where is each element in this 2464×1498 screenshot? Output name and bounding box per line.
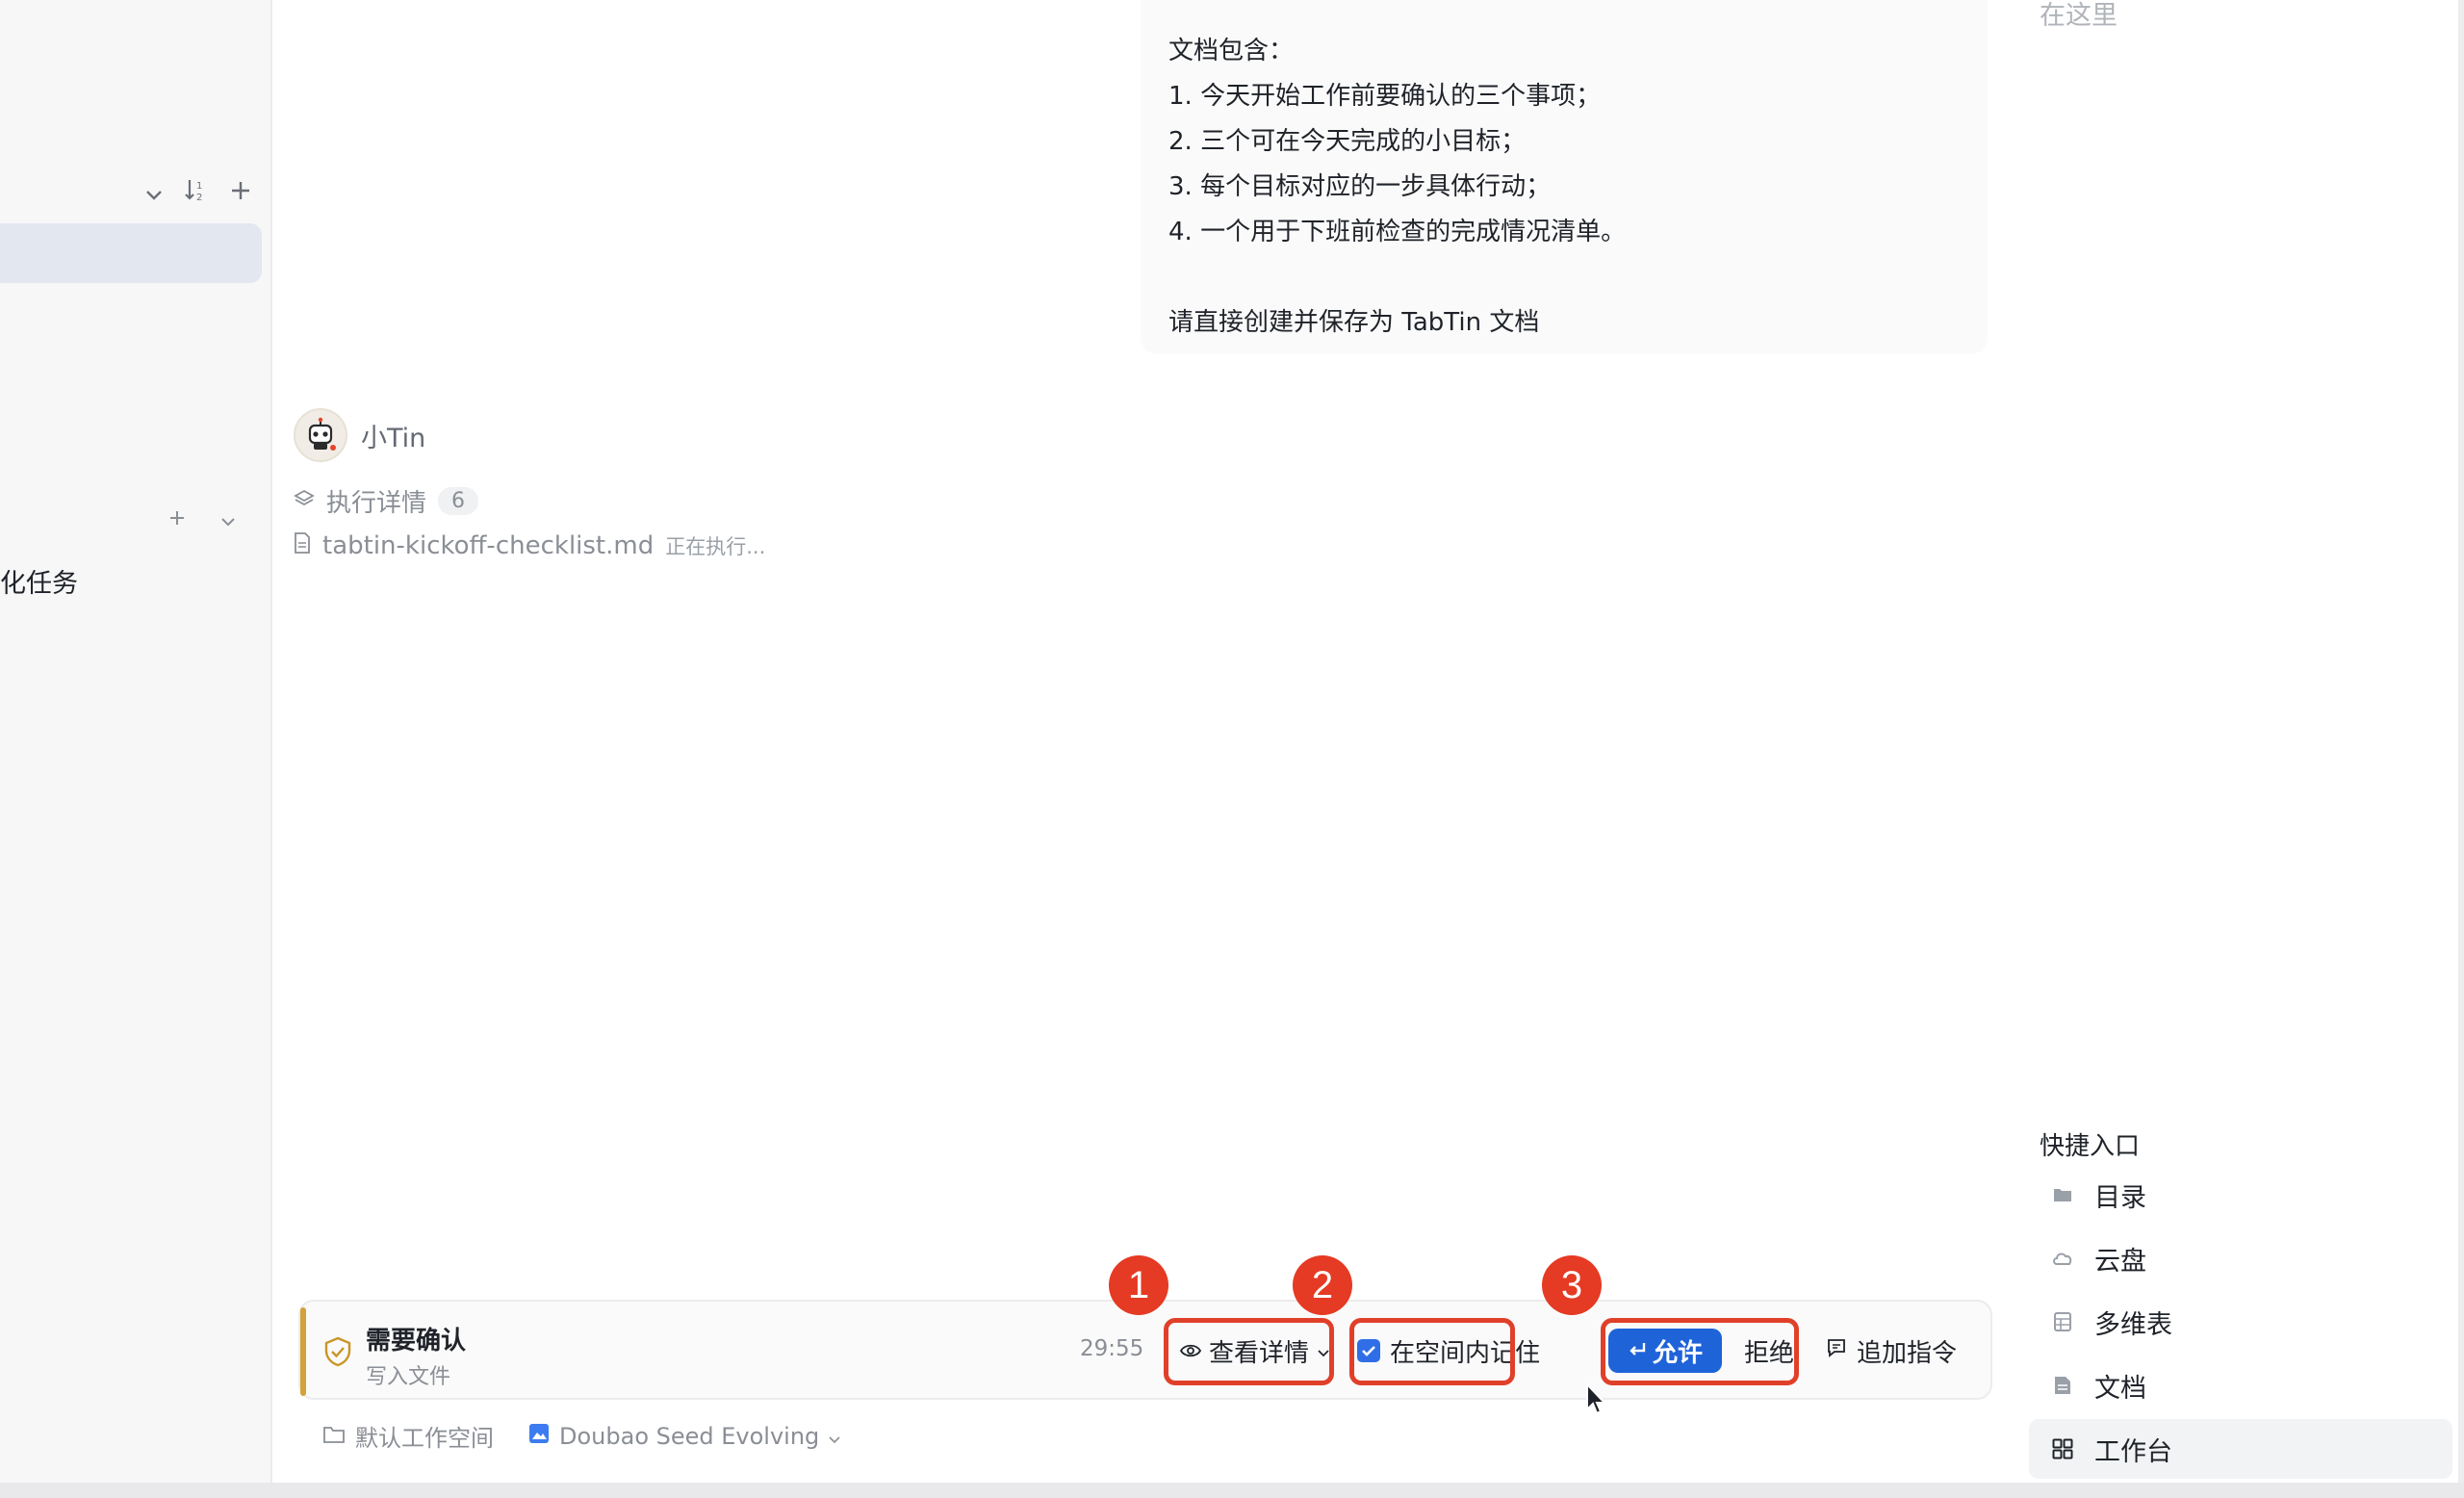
folder-icon — [2052, 1184, 2073, 1205]
message-line: 1. 今天开始工作前要确认的三个事项； — [1168, 82, 1602, 111]
layers-icon — [294, 487, 315, 516]
add-icon[interactable] — [230, 179, 251, 208]
table-icon — [2052, 1311, 2073, 1332]
message-line: 3. 每个目标对应的一步具体行动； — [1168, 172, 1552, 201]
allow-label: 允许 — [1652, 1338, 1703, 1368]
message-line: 请直接创建并保存为 TabTin 文档 — [1168, 308, 1540, 337]
confirmation-bar: 需要确认 写入文件 29:55 查看详情 在空间内记住 允许 拒绝 追加指令 — [298, 1300, 1992, 1400]
chevron-down-icon — [829, 1423, 840, 1450]
cloud-icon — [2052, 1248, 2073, 1269]
warning-accent — [300, 1307, 306, 1396]
append-label: 追加指令 — [1857, 1338, 1958, 1368]
doc-icon — [2052, 1375, 2073, 1396]
shield-check-icon — [323, 1336, 352, 1367]
sidebar-item-selected[interactable] — [0, 223, 262, 283]
add-icon[interactable] — [168, 504, 186, 533]
annotation-marker-2: 2 — [1293, 1255, 1352, 1315]
exec-details-label: 执行详情 — [326, 489, 427, 518]
enter-key-icon — [1628, 1336, 1647, 1365]
chevron-down-icon[interactable] — [145, 179, 163, 208]
annotation-marker-3: 3 — [1542, 1255, 1602, 1315]
window-bottom-edge — [0, 1483, 2464, 1498]
quick-access-title: 快捷入口 — [2040, 1132, 2141, 1161]
bot-header: 小Tin — [294, 408, 425, 462]
eye-icon — [1179, 1336, 1202, 1365]
workspace-label: 默认工作空间 — [355, 1425, 494, 1452]
quick-access-item-workbench[interactable]: 工作台 — [2029, 1419, 2452, 1479]
comment-icon — [1826, 1336, 1847, 1365]
message-line: 2. 三个可在今天完成的小目标； — [1168, 127, 1527, 156]
folder-icon — [322, 1423, 346, 1450]
model-icon — [528, 1423, 550, 1450]
view-details-label: 查看详情 — [1209, 1338, 1310, 1368]
reject-button[interactable]: 拒绝 — [1736, 1329, 1802, 1373]
right-panel: 在这里 快捷入口 目录 云盘 多维表 文档 工作台 — [2015, 0, 2464, 1483]
view-details-button[interactable]: 查看详情 — [1167, 1323, 1344, 1379]
composer-meta: 默认工作空间 Doubao Seed Evolving — [322, 1419, 840, 1453]
quick-access-item-table[interactable]: 多维表 — [2029, 1292, 2452, 1352]
chevron-down-icon — [1317, 1336, 1330, 1365]
bot-name: 小Tin — [361, 423, 426, 453]
chevron-down-icon[interactable] — [220, 504, 236, 533]
model-label: Doubao Seed Evolving — [559, 1422, 820, 1450]
exec-count-badge: 6 — [438, 487, 479, 515]
quick-access-label: 工作台 — [2094, 1436, 2172, 1467]
confirm-title: 需要确认 — [366, 1327, 467, 1356]
grid-icon — [2052, 1438, 2073, 1459]
append-instruction-button[interactable]: 追加指令 — [1826, 1329, 1957, 1373]
quick-access-item-directory[interactable]: 目录 — [2029, 1165, 2452, 1225]
file-name: tabtin-kickoff-checklist.md — [322, 531, 654, 560]
chat-area: 文档包含： 1. 今天开始工作前要确认的三个事项； 2. 三个可在今天完成的小目… — [274, 0, 2015, 1483]
sort-icon[interactable]: 12 — [184, 177, 209, 209]
bot-avatar — [294, 408, 347, 462]
mouse-cursor-icon — [1585, 1382, 1610, 1421]
remember-in-space-toggle[interactable]: 在空间内记住 — [1346, 1323, 1632, 1379]
model-selector[interactable]: Doubao Seed Evolving — [528, 1423, 840, 1450]
file-operation[interactable]: tabtin-kickoff-checklist.md 正在执行... — [294, 531, 765, 560]
right-panel-hint: 在这里 — [2040, 1, 2118, 31]
file-status: 正在执行... — [665, 535, 766, 558]
quick-access-list: 目录 云盘 多维表 文档 工作台 — [2029, 1165, 2452, 1483]
sidebar-item-task[interactable]: 化任务 — [0, 562, 78, 600]
workspace-selector[interactable]: 默认工作空间 — [322, 1419, 494, 1453]
quick-access-item-cloud[interactable]: 云盘 — [2029, 1228, 2452, 1288]
sidebar-toolbar: 12 — [145, 177, 251, 209]
countdown-timer: 29:55 — [1080, 1336, 1144, 1361]
checkbox-checked-icon[interactable] — [1357, 1339, 1380, 1362]
allow-button[interactable]: 允许 — [1608, 1329, 1722, 1373]
message-line: 文档包含： — [1168, 37, 1295, 65]
quick-access-label: 多维表 — [2094, 1309, 2172, 1340]
file-icon — [294, 531, 311, 560]
quick-access-label: 目录 — [2094, 1182, 2146, 1213]
message-line: 4. 一个用于下班前检查的完成情况清单。 — [1168, 218, 1627, 246]
annotation-marker-1: 1 — [1109, 1255, 1168, 1315]
sidebar-toolbar-secondary — [168, 504, 236, 533]
quick-access-label: 文档 — [2094, 1373, 2146, 1404]
window-right-edge — [2458, 0, 2464, 1483]
svg-text:2: 2 — [196, 193, 202, 202]
user-message-bubble: 文档包含： 1. 今天开始工作前要确认的三个事项； 2. 三个可在今天完成的小目… — [1141, 0, 1988, 354]
quick-access-item-doc[interactable]: 文档 — [2029, 1356, 2452, 1415]
left-sidebar: 12 化任务 — [0, 0, 272, 1483]
svg-text:1: 1 — [196, 181, 202, 192]
exec-details-toggle[interactable]: 执行详情 6 — [294, 483, 479, 519]
confirm-subtitle: 写入文件 — [366, 1365, 451, 1389]
quick-access-label: 云盘 — [2094, 1246, 2146, 1277]
remember-label: 在空间内记住 — [1390, 1338, 1541, 1368]
